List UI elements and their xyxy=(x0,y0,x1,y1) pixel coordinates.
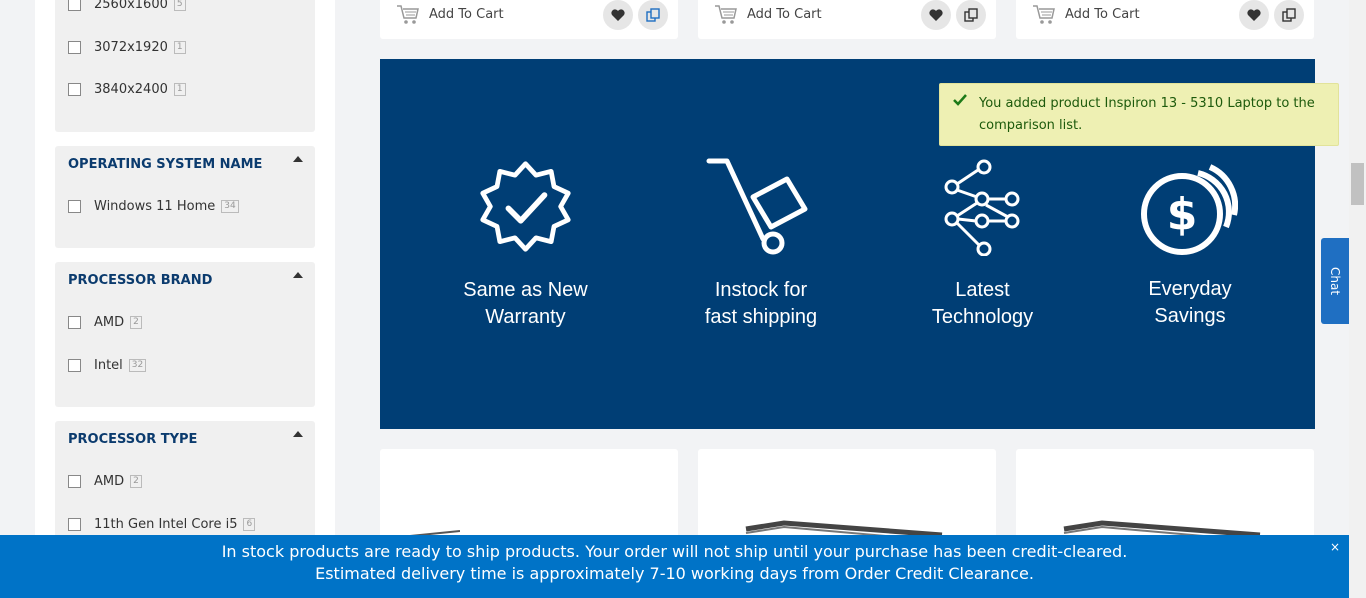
chat-button[interactable]: Chat xyxy=(1321,238,1349,324)
add-to-cart-label: Add To Cart xyxy=(429,7,504,22)
add-to-cart-label: Add To Cart xyxy=(747,7,822,22)
product-card[interactable] xyxy=(698,449,996,549)
wishlist-button[interactable] xyxy=(603,0,633,30)
filter-option-count: 1 xyxy=(173,40,186,54)
success-toast: You added product Inspiron 13 - 5310 Lap… xyxy=(939,83,1339,146)
cart-icon xyxy=(715,5,737,24)
filter-group-processor-brand: PROCESSOR BRAND AMD 2 Intel 32 xyxy=(55,262,315,407)
filter-option-label: Intel xyxy=(94,357,123,373)
checkbox[interactable] xyxy=(68,40,81,54)
filter-option[interactable]: 3840x2400 1 xyxy=(68,80,186,98)
scrollbar-thumb[interactable] xyxy=(1351,163,1364,205)
filter-option-count: 32 xyxy=(128,358,147,372)
filter-option-count: 6 xyxy=(243,517,256,531)
compare-icon xyxy=(646,8,660,22)
feature-line: Everyday xyxy=(1148,278,1232,300)
compare-icon xyxy=(964,8,978,22)
product-card: Add To Cart xyxy=(698,0,996,39)
heart-icon xyxy=(929,9,943,21)
product-card[interactable] xyxy=(1016,449,1314,549)
filter-title[interactable]: OPERATING SYSTEM NAME xyxy=(68,157,262,172)
hand-truck-icon xyxy=(706,158,808,255)
filter-option-label: 11th Gen Intel Core i5 xyxy=(94,516,238,532)
wishlist-button[interactable] xyxy=(921,0,951,30)
checkbox[interactable] xyxy=(68,315,81,329)
filter-option[interactable]: Windows 11 Home 34 xyxy=(68,197,239,215)
add-to-cart-button[interactable]: Add To Cart xyxy=(380,0,678,38)
checkbox[interactable] xyxy=(68,358,81,372)
feature-line: Instock for xyxy=(714,279,808,301)
compare-button[interactable] xyxy=(956,0,986,30)
cart-icon xyxy=(397,5,419,24)
filter-option-label: AMD xyxy=(94,473,125,489)
feature-line: Savings xyxy=(1154,305,1226,327)
filter-option-count: 34 xyxy=(221,199,239,213)
collapse-caret-icon[interactable] xyxy=(293,156,303,162)
filter-option-count: 2 xyxy=(130,474,142,488)
check-icon xyxy=(953,94,967,106)
filter-option[interactable]: 11th Gen Intel Core i5 6 xyxy=(68,515,256,533)
feature-technology: Latest Technology xyxy=(910,277,1055,331)
feature-line: Technology xyxy=(931,306,1034,328)
filter-option-count: 2 xyxy=(130,315,142,329)
filter-group-os: OPERATING SYSTEM NAME Windows 11 Home 34 xyxy=(55,146,315,248)
dollar-coins-icon: $ xyxy=(1141,164,1238,255)
feature-shipping: Instock for fast shipping xyxy=(676,277,846,331)
checkbox[interactable] xyxy=(68,0,81,11)
network-icon xyxy=(944,159,1020,256)
feature-warranty: Same as New Warranty xyxy=(438,277,613,331)
filter-option-label: 3072x1920 xyxy=(94,39,168,55)
filter-option-count: 1 xyxy=(173,82,186,96)
filter-option-count: 5 xyxy=(173,0,186,11)
cart-icon xyxy=(1033,5,1055,24)
heart-icon xyxy=(1247,9,1261,21)
collapse-caret-icon[interactable] xyxy=(293,272,303,278)
add-to-cart-button[interactable]: Add To Cart xyxy=(1016,0,1314,38)
notice-line-1: In stock products are ready to ship prod… xyxy=(221,542,1128,561)
filter-option[interactable]: Intel 32 xyxy=(68,356,147,374)
chat-label: Chat xyxy=(1328,266,1343,296)
feature-line: Latest xyxy=(955,279,1010,301)
checkbox[interactable] xyxy=(68,474,81,488)
filter-title[interactable]: PROCESSOR TYPE xyxy=(68,432,197,447)
filter-title[interactable]: PROCESSOR BRAND xyxy=(68,273,212,288)
filter-option[interactable]: AMD 2 xyxy=(68,313,142,331)
svg-text:$: $ xyxy=(1167,189,1198,240)
heart-icon xyxy=(611,9,625,21)
compare-button[interactable] xyxy=(638,0,668,30)
feature-line: Same as New xyxy=(463,279,588,301)
feature-line: Warranty xyxy=(485,306,566,328)
checkbox[interactable] xyxy=(68,517,81,531)
compare-button[interactable] xyxy=(1274,0,1304,30)
notice-line-2: Estimated delivery time is approximately… xyxy=(315,564,1034,583)
collapse-caret-icon[interactable] xyxy=(293,431,303,437)
compare-icon xyxy=(1282,8,1296,22)
filter-option-label: 3840x2400 xyxy=(94,81,168,97)
filter-option-label: Windows 11 Home xyxy=(94,198,216,214)
product-card[interactable] xyxy=(380,449,678,549)
filter-option-label: AMD xyxy=(94,314,125,330)
feature-savings: Everyday Savings xyxy=(1120,276,1260,330)
filter-group-resolution: 2560x1600 5 3072x1920 1 3840x2400 1 xyxy=(55,0,315,132)
filter-option[interactable]: 2560x1600 5 xyxy=(68,0,186,13)
feature-line: fast shipping xyxy=(704,306,818,328)
close-icon[interactable]: × xyxy=(1330,540,1340,554)
badge-check-icon xyxy=(480,161,571,252)
shipping-notice-bar: In stock products are ready to ship prod… xyxy=(0,535,1349,598)
filter-option[interactable]: AMD 2 xyxy=(68,472,142,490)
product-card: Add To Cart xyxy=(1016,0,1314,39)
checkbox[interactable] xyxy=(68,82,81,96)
filter-sidebar: 2560x1600 5 3072x1920 1 3840x2400 1 OPER… xyxy=(35,0,335,598)
add-to-cart-button[interactable]: Add To Cart xyxy=(698,0,996,38)
filter-option[interactable]: 3072x1920 1 xyxy=(68,38,186,56)
wishlist-button[interactable] xyxy=(1239,0,1269,30)
add-to-cart-label: Add To Cart xyxy=(1065,7,1140,22)
toast-message: You added product Inspiron 13 - 5310 Lap… xyxy=(979,96,1315,133)
filter-option-label: 2560x1600 xyxy=(94,0,168,12)
checkbox[interactable] xyxy=(68,199,81,213)
page-scrollbar[interactable] xyxy=(1349,0,1366,598)
product-card: Add To Cart xyxy=(380,0,678,39)
